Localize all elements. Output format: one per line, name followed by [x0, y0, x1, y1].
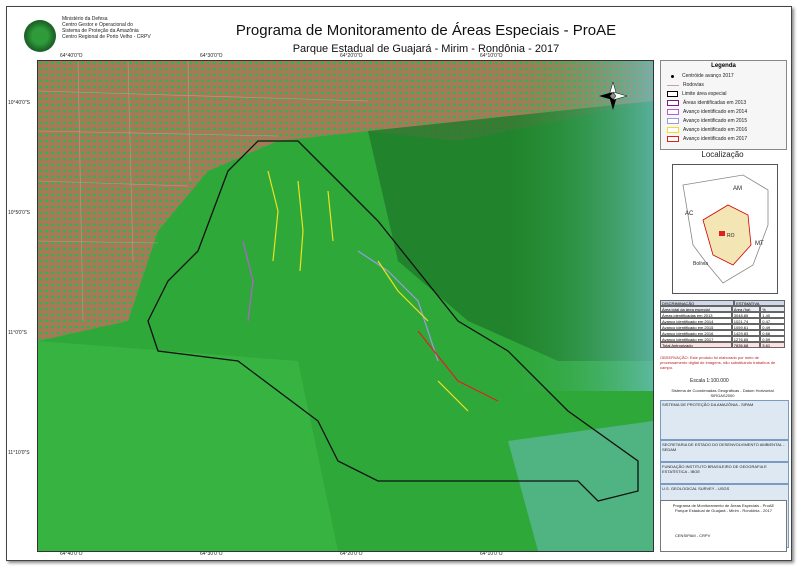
- source-box: SISTEMA DE PROTEÇÃO DA AMAZÔNIA - SIPAM: [660, 400, 789, 440]
- coord-top: 64°10'0"O: [480, 53, 503, 59]
- side-panel: Legenda Centróide avanço 2017 Rodovias L…: [660, 60, 789, 550]
- sipam-logo-icon: [24, 20, 56, 52]
- table-cell: Total Antropizado: [660, 342, 732, 348]
- location-label: AM: [733, 186, 742, 192]
- map-canvas: [38, 61, 653, 551]
- location-label: Bolívia: [693, 261, 708, 267]
- header: Ministério da Defesa Centro Gestor e Ope…: [6, 6, 790, 56]
- location-map-canvas: AM AC MT Bolívia RO: [673, 165, 777, 293]
- observation-note: OBSERVAÇÃO: Este produto foi elaborado p…: [660, 355, 776, 370]
- datum-text: Sistema de Coordenadas Geográficas - Dat…: [671, 388, 774, 398]
- location-label: MT: [755, 241, 764, 247]
- area-table: DISCRIMINAÇÃO ESTIMATIVA Área total da á…: [660, 300, 785, 350]
- table-row: Total Antropizado 7836,68 3,61: [660, 342, 785, 348]
- coord-left: 10°40'0"S: [8, 100, 30, 106]
- legend-item: Avanço identificado em 2015: [667, 118, 747, 124]
- legend-title: Legenda: [711, 63, 736, 69]
- legend-item: Limite área especial: [667, 91, 726, 97]
- legend-item: Avanço identificado em 2016: [667, 127, 747, 133]
- source-box: FUNDAÇÃO INSTITUTO BRASILEIRO DE GEOGRAF…: [660, 462, 789, 484]
- regenerating-area: [38, 341, 338, 551]
- satellite-map[interactable]: [37, 60, 654, 552]
- coord-top: 64°20'0"O: [340, 53, 363, 59]
- legend: Legenda Centróide avanço 2017 Rodovias L…: [660, 60, 787, 150]
- scale-text: Escala 1:100.000: [690, 378, 729, 384]
- legend-item: Avanço identificado em 2014: [667, 109, 747, 115]
- legend-item: Rodovias: [667, 82, 704, 88]
- legend-item: Avanço identificado em 2017: [667, 136, 747, 142]
- institution-block: Ministério da Defesa Centro Gestor e Ope…: [62, 16, 151, 40]
- coord-left: 11°0'0"S: [8, 330, 27, 336]
- footer: Programa de Monitoramento de Áreas Espec…: [660, 500, 787, 552]
- footer-line: Parque Estadual de Guajará - Mirim - Ron…: [675, 508, 772, 513]
- table-cell: 7836,68: [731, 342, 761, 348]
- institution-line: Centro Regional de Porto Velho - CRPV: [62, 34, 151, 40]
- map-title: Programa de Monitoramento de Áreas Espec…: [235, 22, 617, 39]
- water-area: [508, 61, 653, 391]
- table-cell: 3,61: [760, 342, 785, 348]
- location-label: AC: [685, 211, 694, 217]
- coord-top: 64°40'0"O: [60, 53, 83, 59]
- location-label: RO: [727, 233, 735, 239]
- legend-item: Centróide avanço 2017: [667, 73, 734, 79]
- location-map: AM AC MT Bolívia RO: [672, 164, 778, 294]
- coord-left: 11°10'0"S: [8, 450, 30, 456]
- coord-left: 10°50'0"S: [8, 210, 30, 216]
- map-subtitle: Parque Estadual de Guajará - Mirim - Ron…: [292, 43, 560, 55]
- footer-line: CENSIPAM - CRPV: [675, 533, 711, 538]
- coord-top: 64°30'0"O: [200, 53, 223, 59]
- location-title: Localização: [701, 150, 744, 159]
- legend-item: Áreas identificadas em 2013: [667, 100, 746, 106]
- source-box: SECRETARIA DE ESTADO DO DESENVOLVIMENTO …: [660, 440, 789, 462]
